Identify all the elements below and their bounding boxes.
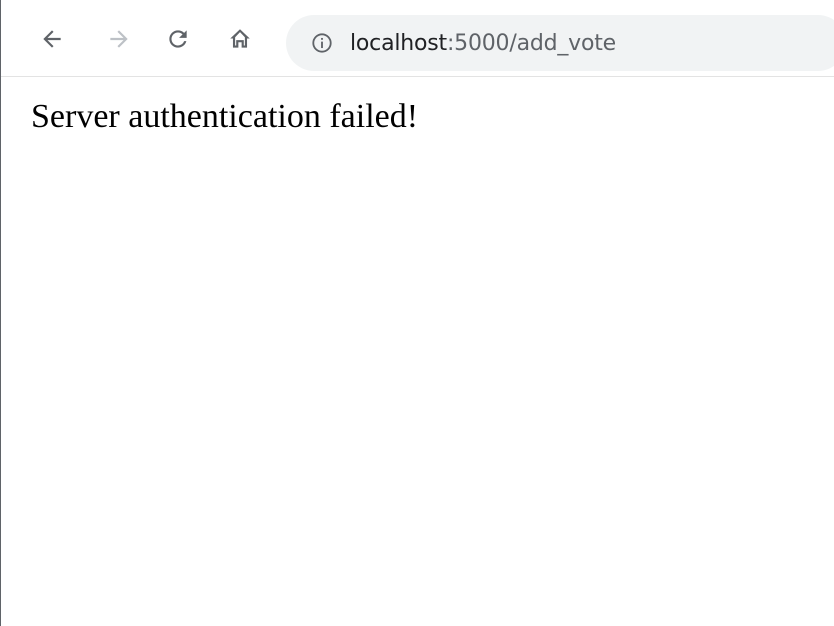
url-text[interactable]: localhost:5000/add_vote <box>350 31 616 56</box>
forward-arrow-icon <box>110 30 128 48</box>
back-button[interactable] <box>37 24 67 54</box>
browser-window: localhost:5000/add_vote Server authentic… <box>0 0 834 626</box>
url-host: localhost <box>350 30 447 56</box>
browser-toolbar: localhost:5000/add_vote <box>1 0 834 77</box>
home-button[interactable] <box>225 24 255 54</box>
page-content: Server authentication failed! <box>1 78 834 626</box>
reload-icon <box>169 30 187 48</box>
info-icon[interactable] <box>310 31 334 55</box>
back-arrow-icon <box>43 30 61 48</box>
url-path: :5000/add_vote <box>446 30 617 56</box>
error-message: Server authentication failed! <box>31 98 419 135</box>
forward-button[interactable] <box>104 24 134 54</box>
home-icon <box>230 29 250 48</box>
address-bar[interactable]: localhost:5000/add_vote <box>286 15 834 71</box>
reload-button[interactable] <box>163 24 193 54</box>
